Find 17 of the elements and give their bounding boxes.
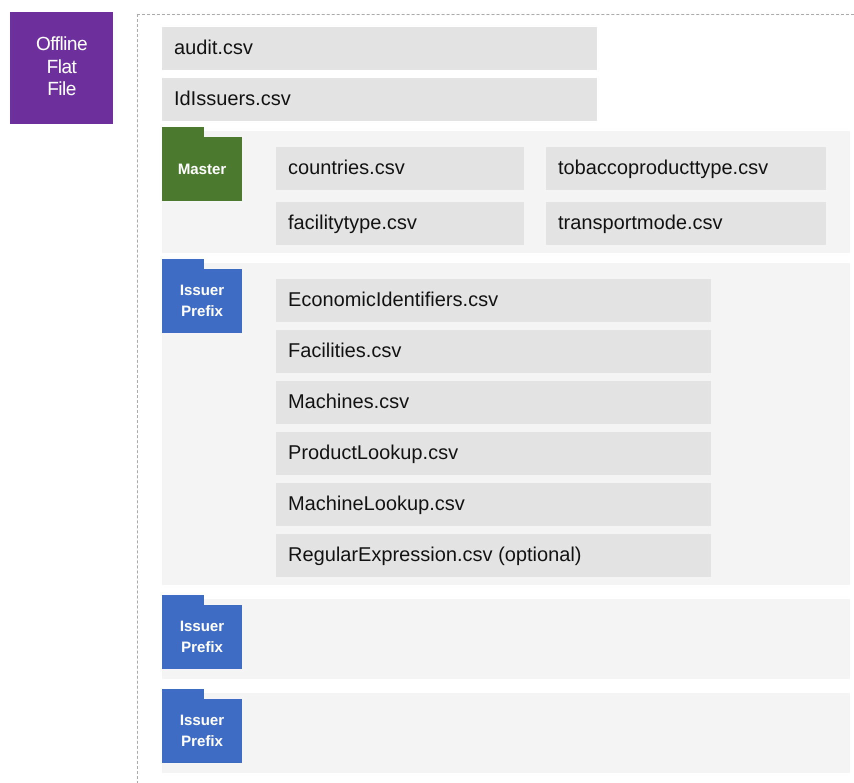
file-item: facilitytype.csv xyxy=(276,202,524,245)
root-label: Offline Flat File xyxy=(10,12,113,124)
file-item: EconomicIdentifiers.csv xyxy=(276,279,711,322)
file-item: tobaccoproducttype.csv xyxy=(546,147,826,190)
file-item: RegularExpression.csv (optional) xyxy=(276,534,711,577)
file-item: audit.csv xyxy=(162,27,597,70)
file-item: Machines.csv xyxy=(276,381,711,424)
folder-label: Issuer Prefix xyxy=(162,595,242,669)
folder-label: Master xyxy=(162,127,242,201)
file-item: transportmode.csv xyxy=(546,202,826,245)
folder-label: Issuer Prefix xyxy=(162,689,242,763)
file-item: ProductLookup.csv xyxy=(276,432,711,475)
file-item: countries.csv xyxy=(276,147,524,190)
file-item: MachineLookup.csv xyxy=(276,483,711,526)
file-item: Facilities.csv xyxy=(276,330,711,373)
file-item: IdIssuers.csv xyxy=(162,78,597,121)
folder-label: Issuer Prefix xyxy=(162,259,242,333)
